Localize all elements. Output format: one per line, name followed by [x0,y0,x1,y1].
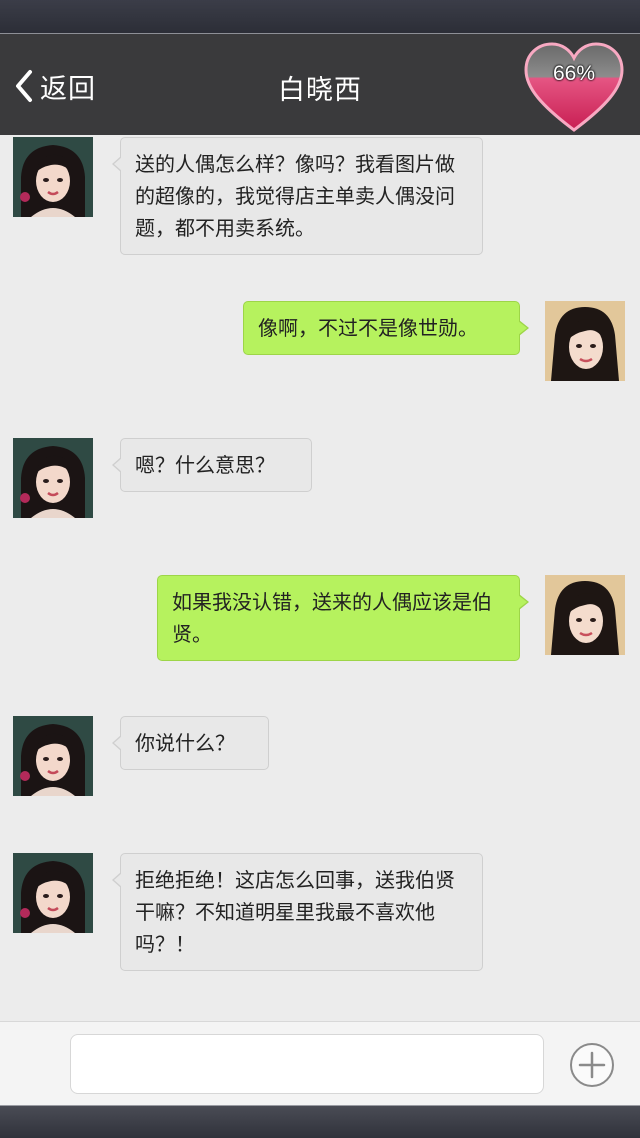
message-bubble-outgoing: 如果我没认错，送来的人偶应该是伯贤。 [157,575,529,661]
avatar-image [13,137,93,217]
affection-percent: 66% [552,62,596,85]
back-label: 返回 [40,73,96,105]
message-bubble-incoming: 送的人偶怎么样？像吗？我看图片做的超像的，我觉得店主单卖人偶没问题，都不用卖系统… [112,137,483,255]
user-avatar[interactable] [545,575,625,655]
contact-avatar[interactable] [13,137,93,217]
affection-meter: 66% [522,42,626,134]
contact-name: 白晓西 [278,75,362,106]
message-bubble-outgoing: 像啊，不过不是像世勋。 [243,301,529,355]
avatar-image [13,716,93,796]
message-bubble-incoming: 你说什么？ [112,716,269,770]
avatar-image [13,853,93,933]
avatar-image [545,575,625,655]
status-bar [0,0,640,34]
avatar-image [13,438,93,518]
message-input[interactable] [70,1034,544,1094]
add-button[interactable] [568,1041,616,1089]
contact-avatar[interactable] [13,853,93,933]
heart-icon [524,42,624,132]
message-bubble-incoming: 嗯？什么意思？ [112,438,312,492]
back-button[interactable]: 返回 [12,66,96,106]
avatar-image [545,301,625,381]
user-avatar[interactable] [545,301,625,381]
message-input-bar [0,1021,640,1105]
chevron-left-icon [16,70,32,102]
plus-circle-icon [570,1043,614,1087]
bottom-bar [0,1105,640,1138]
message-list: 送的人偶怎么样？像吗？我看图片做的超像的，我觉得店主单卖人偶没问题，都不用卖系统… [0,135,640,1021]
message-bubble-incoming: 拒绝拒绝！这店怎么回事，送我伯贤干嘛？不知道明星里我最不喜欢他吗？！ [112,853,483,971]
contact-avatar[interactable] [13,716,93,796]
contact-avatar[interactable] [13,438,93,518]
